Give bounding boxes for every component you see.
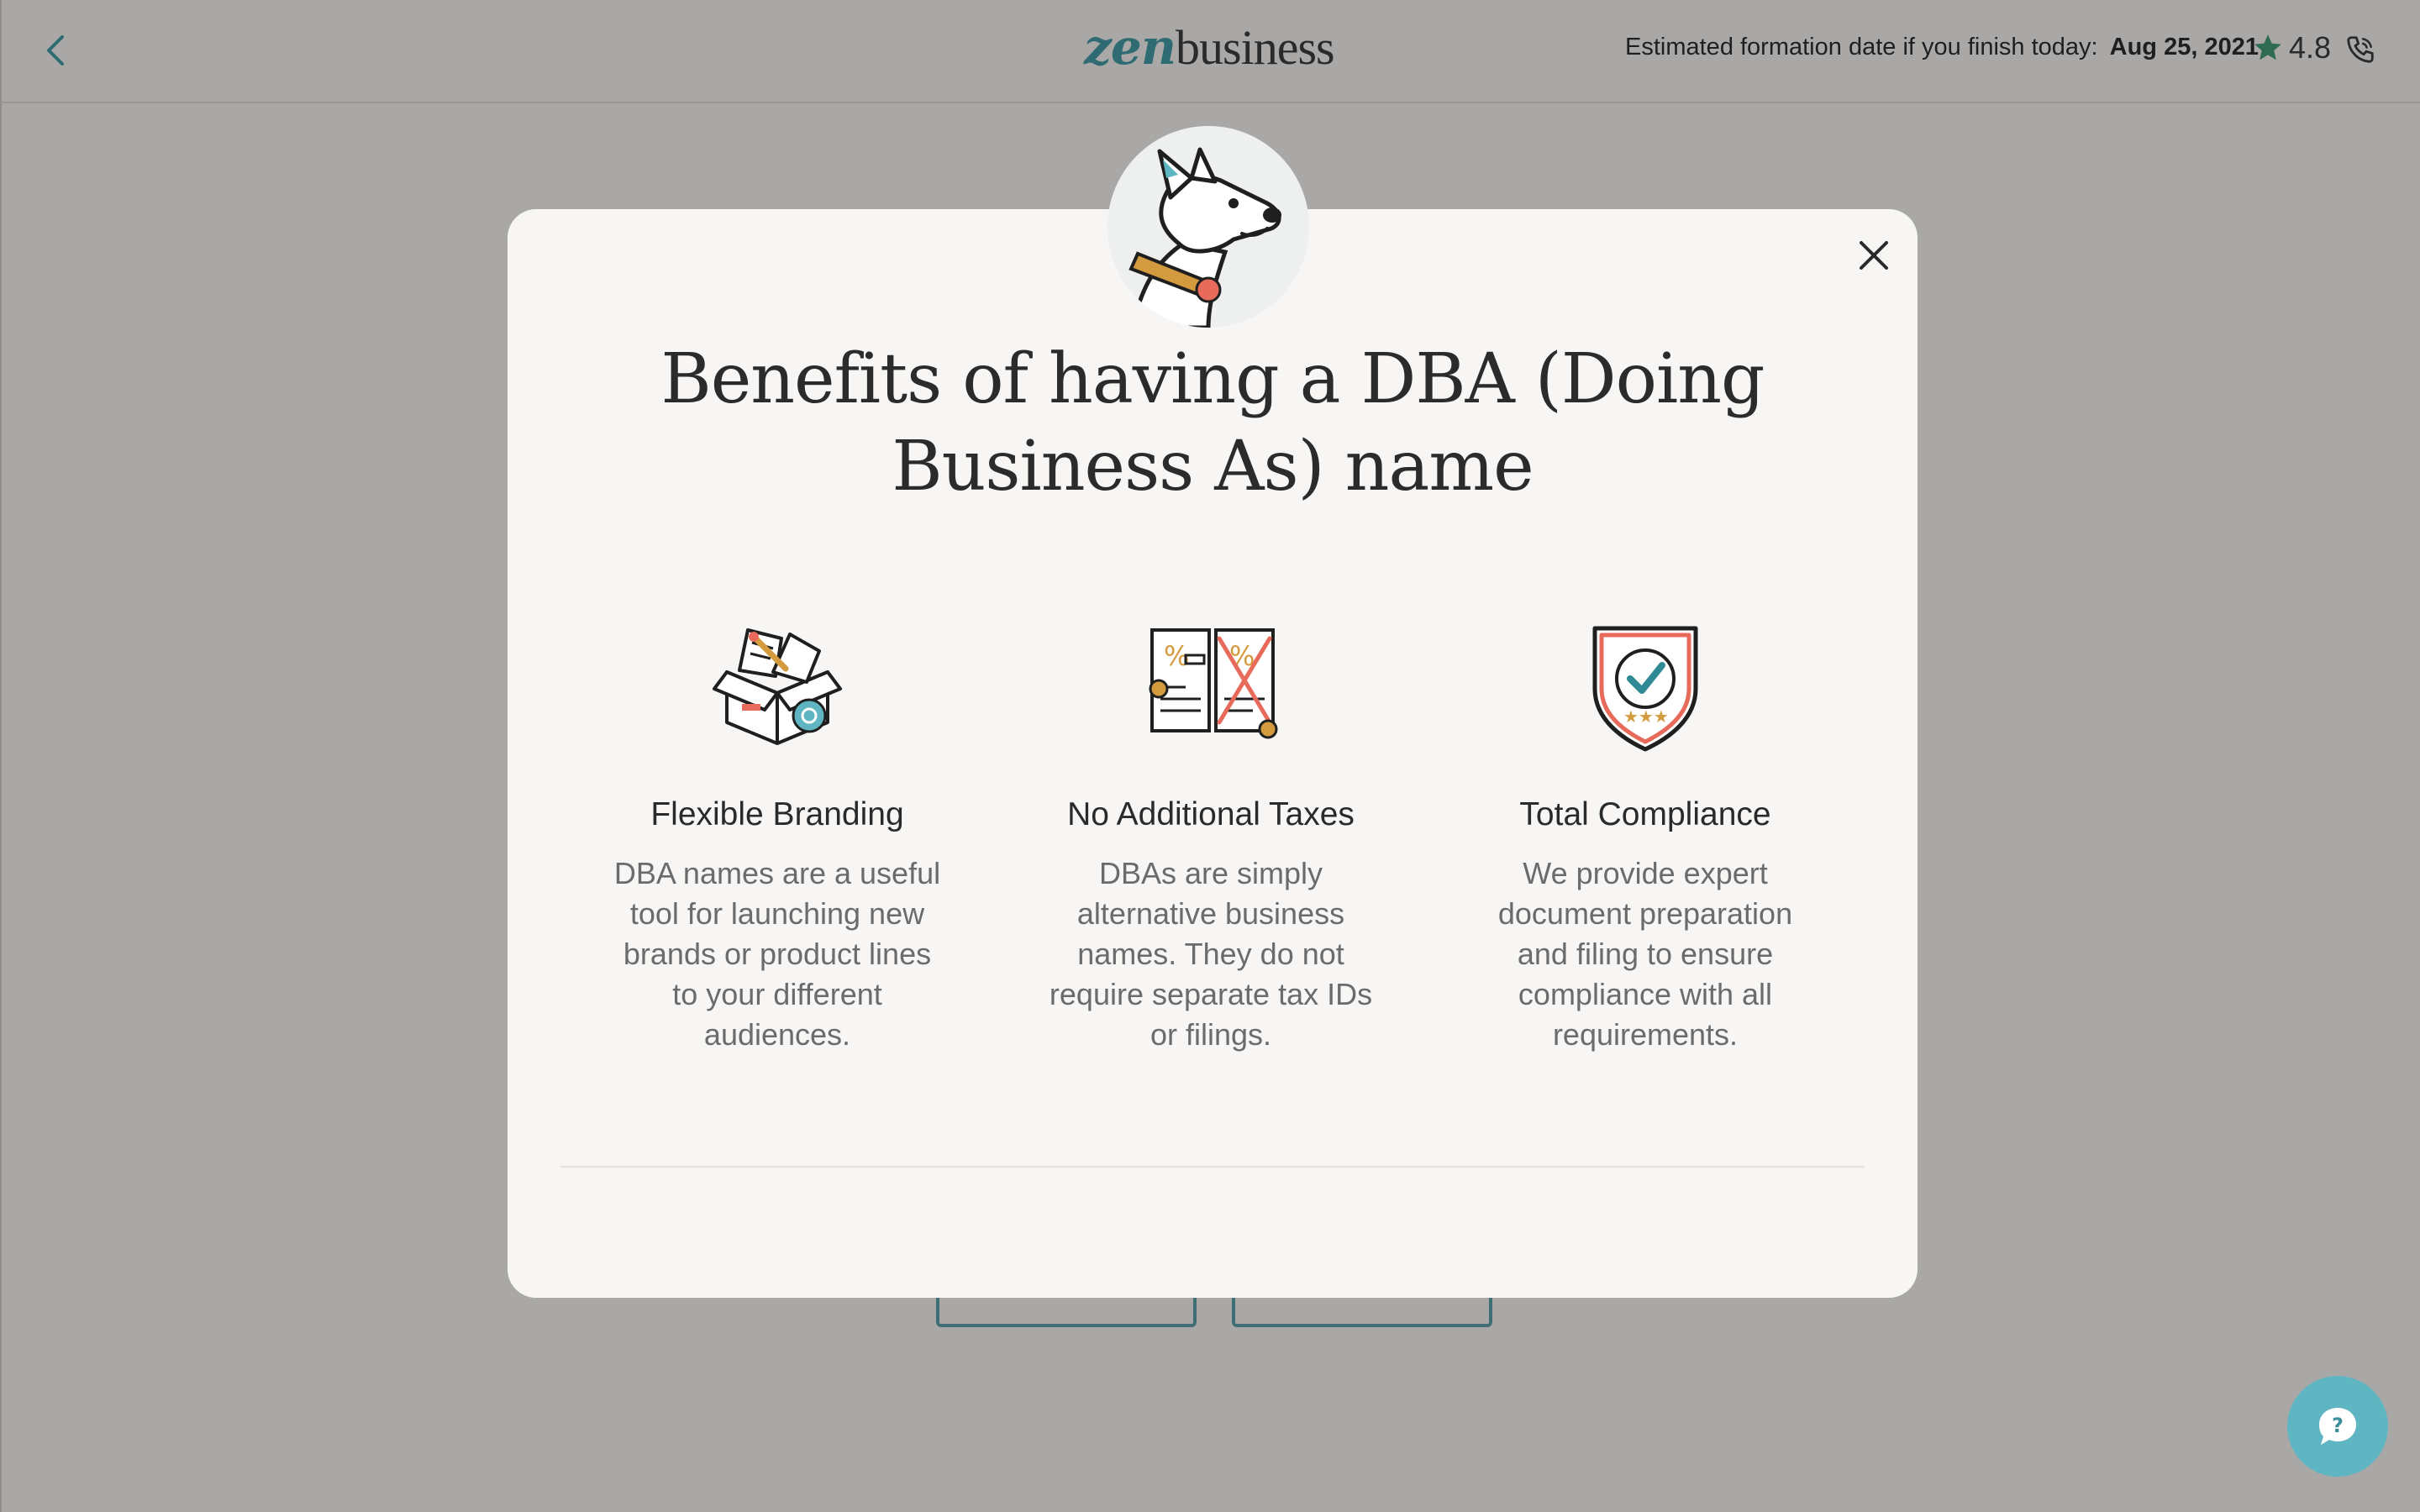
help-chat-icon: ?	[2319, 1408, 2356, 1445]
benefit-description: DBA names are a useful tool for launchin…	[613, 856, 941, 1052]
formation-date: Aug 25, 2021	[2109, 34, 2259, 60]
top-header: zen business Estimated formation date if…	[0, 0, 2420, 103]
benefit-total-compliance: ★★★ Total Compliance We provide expert d…	[1477, 605, 1813, 1055]
modal-divider	[560, 1166, 1865, 1168]
zenbusiness-logo[interactable]: zen business	[1084, 18, 1335, 77]
svg-text:★★★: ★★★	[1623, 706, 1669, 727]
logo-business: business	[1176, 20, 1335, 75]
shield-check-icon: ★★★	[1592, 626, 1698, 752]
help-chat-button[interactable]: ?	[2287, 1376, 2388, 1477]
benefit-description: We provide expert document preparation a…	[1497, 856, 1793, 1052]
benefit-no-additional-taxes: % % No Additional Taxes DBAs are simply …	[1043, 605, 1379, 1055]
logo-zen: zen	[1084, 18, 1176, 76]
phone-icon[interactable]	[2344, 34, 2376, 66]
open-box-icon	[713, 628, 842, 745]
benefit-title: Total Compliance	[1519, 796, 1771, 832]
page-edge	[0, 0, 2, 1512]
close-modal-button[interactable]	[1849, 230, 1899, 281]
formation-estimate: Estimated formation date if you finish t…	[1625, 34, 2259, 61]
benefit-description: DBAs are simply alternative business nam…	[1049, 856, 1373, 1052]
star-icon	[2254, 34, 2281, 60]
formation-label: Estimated formation date if you finish t…	[1625, 34, 2098, 60]
benefit-title: Flexible Branding	[650, 796, 904, 832]
close-icon	[1860, 241, 1888, 270]
chevron-left-icon	[47, 35, 64, 66]
back-button[interactable]	[39, 29, 72, 72]
benefit-title: No Additional Taxes	[1067, 796, 1355, 832]
rating: 4.8	[2252, 30, 2331, 66]
svg-text:?: ?	[2332, 1414, 2344, 1437]
rating-value: 4.8	[2289, 30, 2332, 65]
modal-title: Benefits of having a DBA (Doing Business…	[660, 339, 1765, 507]
benefit-flexible-branding: Flexible Branding DBA names are a useful…	[609, 605, 945, 1055]
dog-mascot-avatar	[1107, 126, 1309, 328]
tax-documents-icon: % %	[1149, 628, 1278, 739]
dog-mascot-icon	[1128, 147, 1281, 328]
